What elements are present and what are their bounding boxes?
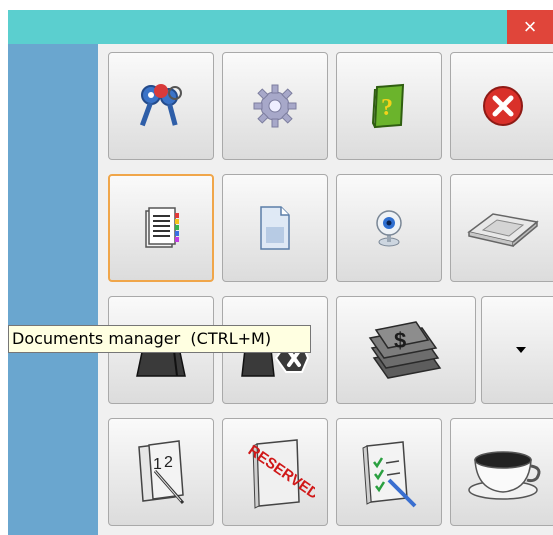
checklist-icon xyxy=(362,441,417,508)
coffee-cup-icon xyxy=(468,451,541,500)
money-icon: $ xyxy=(368,321,442,379)
svg-text:2: 2 xyxy=(164,454,173,471)
exit-button[interactable] xyxy=(450,52,553,160)
document-icon xyxy=(260,206,290,250)
keys-button[interactable] xyxy=(108,52,214,160)
exit-icon xyxy=(483,86,523,126)
left-panel xyxy=(8,44,98,535)
document-button[interactable] xyxy=(222,174,328,282)
webcam-icon xyxy=(376,210,402,247)
card-reader-button[interactable] xyxy=(450,174,553,282)
money-button[interactable]: $ xyxy=(336,296,476,404)
svg-text:$: $ xyxy=(394,328,406,353)
title-bar: × xyxy=(8,10,553,44)
dropdown-arrow-icon xyxy=(516,347,526,353)
checklist-button[interactable] xyxy=(336,418,442,526)
calendar-icon: 1 2 xyxy=(138,440,185,504)
help-book-icon: ? xyxy=(371,83,405,129)
close-button[interactable]: × xyxy=(507,10,553,44)
more-dropdown-button[interactable] xyxy=(481,296,553,404)
tooltip: Documents manager (CTRL+M) xyxy=(8,325,311,353)
calendar-button[interactable]: 1 2 xyxy=(108,418,214,526)
break-button[interactable] xyxy=(450,418,553,526)
close-icon: × xyxy=(523,14,537,39)
settings-button[interactable] xyxy=(222,52,328,160)
documents-manager-icon xyxy=(145,207,179,248)
reserved-icon: RESERVED xyxy=(245,439,315,509)
documents-manager-button[interactable] xyxy=(108,174,214,282)
gear-icon xyxy=(253,84,297,128)
help-button[interactable]: ? xyxy=(336,52,442,160)
svg-text:?: ? xyxy=(381,95,393,121)
reserved-button[interactable]: RESERVED xyxy=(222,418,328,526)
webcam-button[interactable] xyxy=(336,174,442,282)
keys-icon xyxy=(139,84,182,127)
card-reader-icon xyxy=(467,213,539,247)
toolbar-grid: ? $ 1 2 RESERVED xyxy=(98,44,553,535)
svg-text:1: 1 xyxy=(153,456,162,473)
